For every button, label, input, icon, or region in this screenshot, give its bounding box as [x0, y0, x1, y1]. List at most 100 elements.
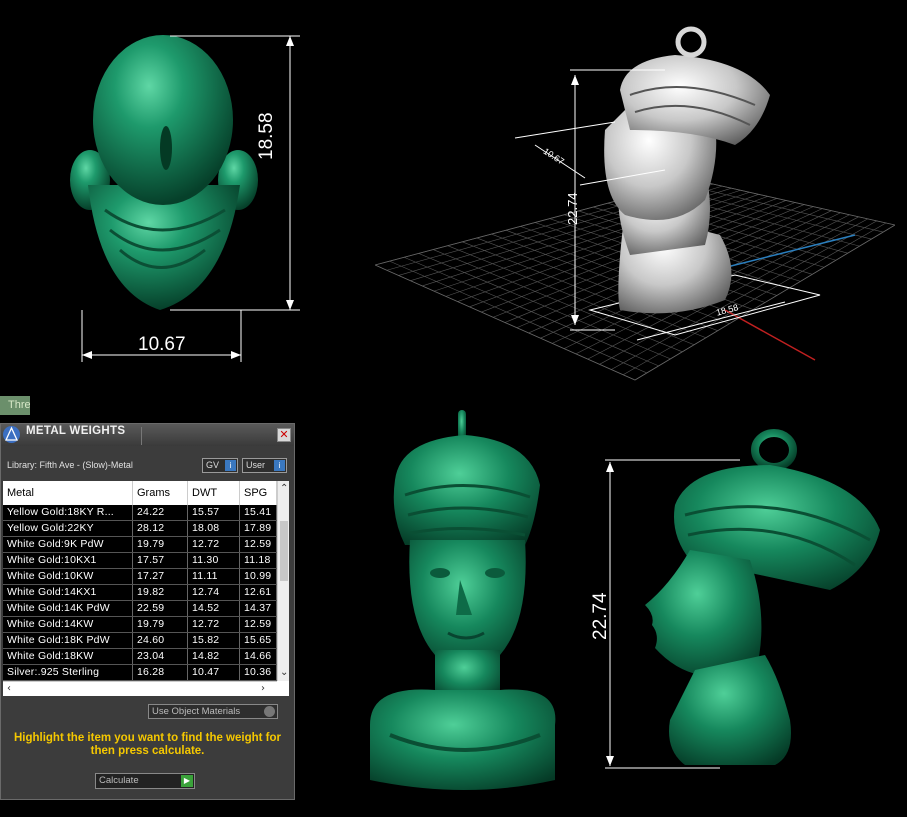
cell-metal: White Gold:14K PdW: [3, 601, 133, 616]
info-icon: i: [274, 460, 285, 471]
perspective-viewport: 22.74 10.67 18.58: [375, 20, 895, 390]
cell-spg: 15.41: [240, 505, 277, 520]
header-spg[interactable]: SPG: [240, 481, 277, 505]
cell-dwt: 10.47: [188, 665, 240, 680]
cell-spg: 12.61: [240, 585, 277, 600]
use-object-materials-checkbox[interactable]: Use Object Materials: [148, 704, 278, 719]
cell-dwt: 12.72: [188, 617, 240, 632]
calculate-button[interactable]: Calculate ▶: [95, 773, 195, 789]
gv-label: GV: [206, 460, 220, 470]
cell-spg: 12.59: [240, 617, 277, 632]
cell-metal: White Gold:18KW: [3, 649, 133, 664]
table-row[interactable]: White Gold:18K PdW 24.60 15.82 15.65: [3, 633, 277, 649]
play-icon: ▶: [181, 775, 193, 787]
table-row[interactable]: White Gold:9K PdW 19.79 12.72 12.59: [3, 537, 277, 553]
cell-metal: White Gold:14KW: [3, 617, 133, 632]
scroll-right-icon[interactable]: ›: [261, 683, 265, 694]
checkbox-icon: [264, 706, 275, 717]
cell-spg: 10.99: [240, 569, 277, 584]
cell-spg: 15.65: [240, 633, 277, 648]
info-icon: i: [225, 460, 236, 471]
table-row[interactable]: White Gold:10KW 17.27 11.11 10.99: [3, 569, 277, 585]
cell-dwt: 14.52: [188, 601, 240, 616]
panel-title: METAL WEIGHTS: [26, 425, 126, 437]
side-tab[interactable]: Thre: [0, 396, 30, 415]
top-view-viewport: 18.58 10.67: [60, 20, 340, 370]
cell-metal: White Gold:14KX1: [3, 585, 133, 600]
cell-dwt: 12.74: [188, 585, 240, 600]
cell-metal: Yellow Gold:22KY: [3, 521, 133, 536]
user-label: User: [246, 460, 266, 470]
header-metal[interactable]: Metal: [3, 481, 133, 505]
table-row[interactable]: White Gold:14K PdW 22.59 14.52 14.37: [3, 601, 277, 617]
table-row[interactable]: White Gold:14KW 19.79 12.72 12.59: [3, 617, 277, 633]
side-view-render: [605, 429, 880, 769]
cell-metal: White Gold:10KX1: [3, 553, 133, 568]
gv-toggle[interactable]: GV i: [202, 458, 238, 473]
library-label: Library: Fifth Ave - (Slow)-Metal: [7, 460, 133, 470]
table-row[interactable]: Silver:.925 Sterling 16.28 10.47 10.36: [3, 665, 277, 681]
table-row[interactable]: White Gold:14KX1 19.82 12.74 12.61: [3, 585, 277, 601]
title-divider: [141, 427, 142, 445]
cell-grams: 17.57: [133, 553, 188, 568]
perspective-render: [375, 26, 895, 381]
user-toggle[interactable]: User i: [242, 458, 287, 473]
cell-grams: 19.82: [133, 585, 188, 600]
scroll-left-icon[interactable]: ‹: [7, 683, 11, 694]
cell-grams: 28.12: [133, 521, 188, 536]
cell-grams: 24.22: [133, 505, 188, 520]
cell-spg: 12.59: [240, 537, 277, 552]
front-view-render: [370, 410, 556, 790]
cell-spg: 14.66: [240, 649, 277, 664]
cell-dwt: 12.72: [188, 537, 240, 552]
top-width-dimension: 10.67: [138, 334, 186, 355]
app-logo-icon: [3, 426, 20, 443]
scroll-thumb[interactable]: [280, 521, 288, 581]
panel-titlebar[interactable]: METAL WEIGHTS ✕: [1, 424, 294, 446]
cell-dwt: 15.82: [188, 633, 240, 648]
cell-metal: White Gold:9K PdW: [3, 537, 133, 552]
header-dwt[interactable]: DWT: [188, 481, 240, 505]
cell-dwt: 14.82: [188, 649, 240, 664]
cell-grams: 19.79: [133, 617, 188, 632]
metal-weights-panel: METAL WEIGHTS ✕ Library: Fifth Ave - (Sl…: [0, 423, 295, 800]
side-view-viewport: 22.74: [580, 420, 900, 800]
close-icon[interactable]: ✕: [277, 428, 291, 442]
cell-grams: 22.59: [133, 601, 188, 616]
scroll-up-icon[interactable]: ⌃: [280, 483, 288, 494]
table-row[interactable]: Yellow Gold:18KY R... 24.22 15.57 15.41: [3, 505, 277, 521]
use-object-materials-label: Use Object Materials: [152, 706, 241, 717]
cell-dwt: 11.30: [188, 553, 240, 568]
cell-metal: Yellow Gold:18KY R...: [3, 505, 133, 520]
cell-spg: 14.37: [240, 601, 277, 616]
cell-grams: 17.27: [133, 569, 188, 584]
cell-grams: 16.28: [133, 665, 188, 680]
table-body: Yellow Gold:18KY R... 24.22 15.57 15.41 Yell…: [3, 505, 277, 681]
calculate-label: Calculate: [99, 775, 139, 786]
cell-metal: White Gold:10KW: [3, 569, 133, 584]
metal-table: Metal Grams DWT SPG Yellow Gold:18KY R..…: [3, 481, 289, 696]
header-grams[interactable]: Grams: [133, 481, 188, 505]
cell-dwt: 18.08: [188, 521, 240, 536]
cell-metal: Silver:.925 Sterling: [3, 665, 133, 680]
cell-grams: 23.04: [133, 649, 188, 664]
table-row[interactable]: White Gold:10KX1 17.57 11.30 11.18: [3, 553, 277, 569]
scroll-down-icon[interactable]: ⌄: [280, 667, 288, 678]
cell-dwt: 15.57: [188, 505, 240, 520]
table-row[interactable]: White Gold:18KW 23.04 14.82 14.66: [3, 649, 277, 665]
cell-spg: 10.36: [240, 665, 277, 680]
perspective-height-dimension: 22.74: [565, 192, 580, 225]
cell-spg: 17.89: [240, 521, 277, 536]
top-height-dimension: 18.58: [256, 112, 277, 160]
horizontal-scrollbar[interactable]: ‹ ›: [3, 681, 277, 696]
top-view-render: [70, 35, 300, 362]
table-header: Metal Grams DWT SPG: [3, 481, 277, 506]
cell-metal: White Gold:18K PdW: [3, 633, 133, 648]
cell-dwt: 11.11: [188, 569, 240, 584]
instruction-text: Highlight the item you want to find the …: [13, 732, 282, 757]
cell-spg: 11.18: [240, 553, 277, 568]
table-row[interactable]: Yellow Gold:22KY 28.12 18.08 17.89: [3, 521, 277, 537]
vertical-scrollbar[interactable]: ⌃ ⌄: [277, 481, 289, 681]
cell-grams: 24.60: [133, 633, 188, 648]
side-height-dimension: 22.74: [590, 592, 611, 640]
